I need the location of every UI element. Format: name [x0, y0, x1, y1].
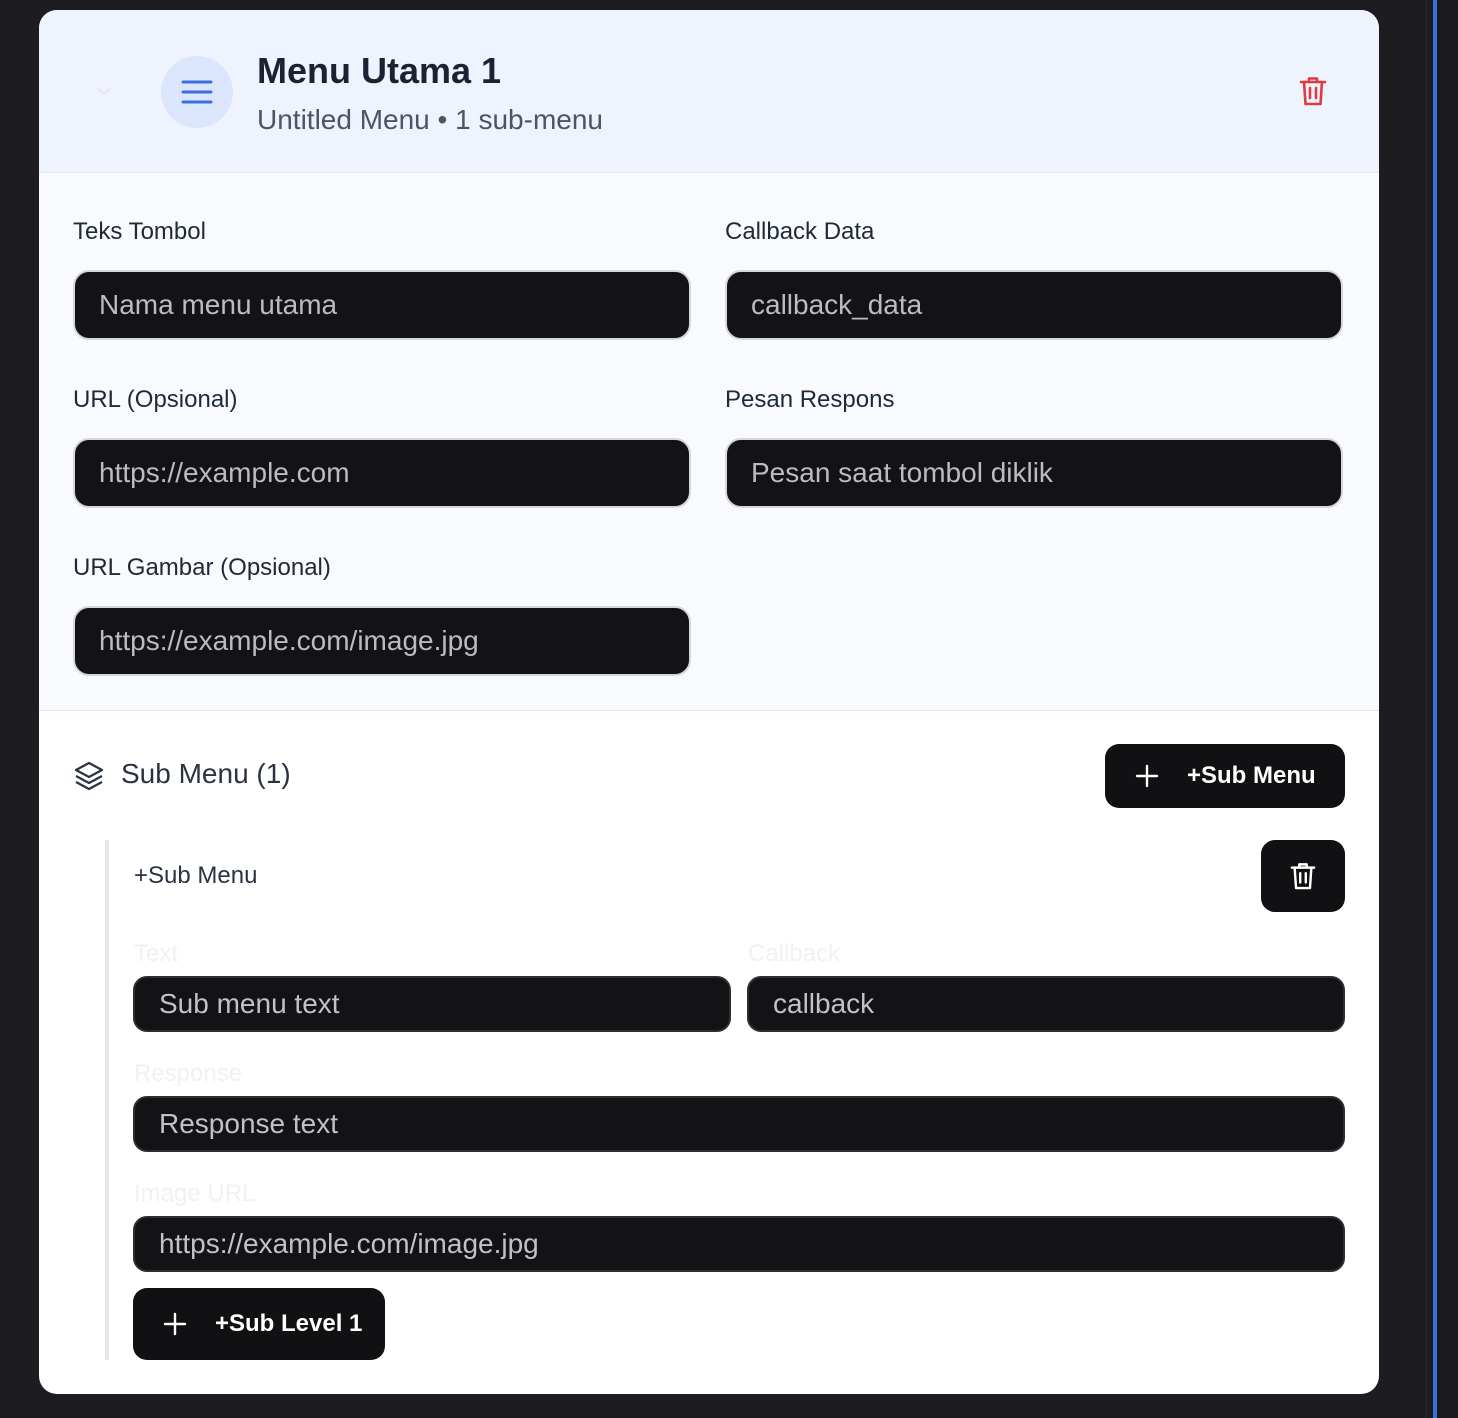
- trash-icon: [1290, 863, 1316, 890]
- plus-icon: [1135, 764, 1159, 788]
- callback-data-label: Callback Data: [725, 218, 875, 245]
- add-sub-level-button[interactable]: +Sub Level 1: [133, 1288, 385, 1360]
- chevron-down-icon[interactable]: [95, 82, 113, 100]
- right-scroll-rail: [1426, 0, 1458, 1418]
- button-text-input[interactable]: [73, 270, 691, 340]
- image-url-label: URL Gambar (Opsional): [73, 554, 331, 581]
- menu-subtitle: Untitled Menu • 1 sub-menu: [257, 104, 603, 135]
- submenu-response-input[interactable]: [133, 1096, 1345, 1152]
- add-sub-level-label: +Sub Level 1: [215, 1310, 363, 1337]
- submenu-item-name: +Sub Menu: [134, 862, 258, 889]
- menu-avatar: [161, 56, 233, 128]
- submenu-response-label: Response: [134, 1060, 243, 1087]
- submenu-text-label: Text: [134, 940, 179, 967]
- image-url-input[interactable]: [73, 606, 691, 676]
- trash-icon: [1299, 77, 1327, 106]
- layers-icon: [74, 761, 104, 791]
- callback-data-input[interactable]: [725, 270, 1343, 340]
- submenu-image-url-label: Image URL: [134, 1180, 256, 1207]
- delete-submenu-button[interactable]: [1261, 840, 1345, 912]
- add-submenu-label: +Sub Menu: [1187, 762, 1316, 789]
- submenu-callback-input[interactable]: [747, 976, 1345, 1032]
- menu-title: Menu Utama 1: [257, 50, 502, 91]
- add-submenu-button[interactable]: +Sub Menu: [1105, 744, 1345, 808]
- plus-icon: [163, 1312, 187, 1336]
- delete-menu-button[interactable]: [1296, 74, 1330, 108]
- url-input[interactable]: [73, 438, 691, 508]
- submenu-image-url-input[interactable]: [133, 1216, 1345, 1272]
- button-text-label: Teks Tombol: [73, 218, 206, 245]
- submenu-section-title: Sub Menu (1): [121, 758, 291, 789]
- response-message-label: Pesan Respons: [725, 386, 895, 413]
- submenu-callback-label: Callback: [748, 940, 841, 967]
- submenu-text-input[interactable]: [133, 976, 731, 1032]
- menu-card-header[interactable]: Menu Utama 1 Untitled Menu • 1 sub-menu: [39, 10, 1379, 173]
- response-message-input[interactable]: [725, 438, 1343, 508]
- url-label: URL (Opsional): [73, 386, 238, 413]
- menu-card: Menu Utama 1 Untitled Menu • 1 sub-menu …: [39, 10, 1379, 1394]
- hamburger-icon: [181, 80, 213, 104]
- scrollbar[interactable]: [1433, 0, 1437, 1418]
